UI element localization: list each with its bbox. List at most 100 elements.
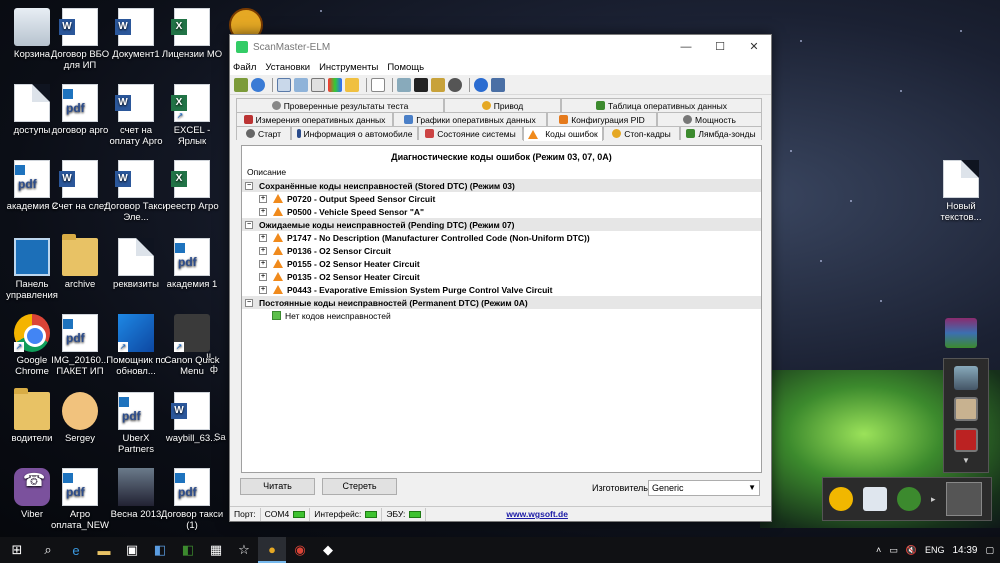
tab-live-data-measurements[interactable]: Измерения оперативных данных [236, 112, 393, 126]
menu-help[interactable]: Помощь [387, 62, 424, 73]
scanmaster-taskbar-icon[interactable]: ● [258, 537, 286, 563]
tab-live-data-table[interactable]: Таблица оперативных данных [561, 98, 762, 112]
connect-icon[interactable] [234, 77, 248, 92]
expand-toggle[interactable]: + [259, 272, 267, 281]
minimize-button[interactable]: — [669, 35, 703, 59]
info-icon[interactable] [474, 77, 488, 92]
tab-power[interactable]: Мощность [657, 112, 762, 126]
wifi-hotspot-icon[interactable] [829, 487, 853, 511]
dtc-group-pending[interactable]: − Ожидаемые коды неисправностей (Pending… [242, 218, 761, 231]
expand-toggle[interactable]: + [259, 246, 267, 255]
desktop-icon-dogovor-vbo[interactable]: W Договор ВБО для ИП [48, 8, 112, 71]
desktop-icon-licenses[interactable]: X Лицензии МО [160, 8, 224, 60]
network-icon[interactable]: ▭ [889, 545, 898, 556]
desktop-icon-archive[interactable]: archive [48, 234, 112, 290]
read-button[interactable]: Читать [240, 478, 315, 495]
red-app-icon[interactable] [954, 428, 978, 452]
calculator-icon[interactable]: ▦ [202, 537, 230, 563]
desktop-icon-update-assistant[interactable]: Помощник по обновл... [104, 314, 168, 377]
dtc-item[interactable]: + P0136 - O2 Sensor Circuit [242, 244, 761, 257]
search-icon[interactable]: ⌕ [34, 537, 62, 563]
dtc-group-permanent[interactable]: − Постоянные коды неисправностей (Perman… [242, 296, 761, 309]
desktop-icon-excel-shortcut[interactable]: X EXCEL - Ярлык [160, 84, 224, 147]
store-icon[interactable]: ▣ [118, 537, 146, 563]
door-exit-icon[interactable] [491, 77, 505, 92]
chevron-up-icon[interactable]: ˄ [876, 545, 881, 555]
network-device-icon[interactable] [863, 487, 887, 511]
globe-icon[interactable] [251, 77, 265, 92]
tab-system-status[interactable]: Состояние системы [418, 126, 523, 140]
terminal-icon[interactable] [414, 77, 428, 92]
desktop-icon-dogovor-taxi-1[interactable]: pdf Договор такси (1) [160, 468, 224, 531]
monitor-icon[interactable] [397, 77, 411, 92]
desktop-icon-dogovor-taxi-ele[interactable]: W Договор Такси Эле... [104, 160, 168, 223]
window-icon[interactable] [294, 77, 308, 92]
tab-test-results[interactable]: Проверенные результаты теста [236, 98, 444, 112]
globe-icon[interactable] [897, 487, 921, 511]
clock[interactable]: 14:39 [952, 545, 977, 556]
tab-vehicle-info[interactable]: Информация о автомобиле [291, 126, 418, 140]
desktop-icon-dogovor-argo[interactable]: pdf договор арго [48, 84, 112, 136]
tab-pid-config[interactable]: Конфигурация PID [547, 112, 657, 126]
desktop-icon-sergey[interactable]: Sergey [48, 392, 112, 444]
desktop-icon-rekvizity[interactable]: реквизиты [104, 238, 168, 290]
tab-dtc[interactable]: Коды ошибок [523, 126, 603, 141]
website-link[interactable]: www.wgsoft.de [506, 509, 568, 519]
dtc-item[interactable]: + P0500 - Vehicle Speed Sensor "A" [242, 205, 761, 218]
clipboard-icon[interactable] [371, 77, 385, 92]
excel-icon[interactable]: ◧ [174, 537, 202, 563]
dtc-item[interactable]: + P0135 - O2 Sensor Heater Circuit [242, 270, 761, 283]
tab-live-data-graphs[interactable]: Графики оперативных данных [393, 112, 547, 126]
keyboard-icon[interactable] [945, 482, 982, 516]
dtc-item[interactable]: + P1747 - No Description (Manufacturer C… [242, 231, 761, 244]
file-explorer-icon[interactable]: ▬ [90, 537, 118, 563]
dtc-group-stored[interactable]: − Сохранённые коды неисправностей (Store… [242, 179, 761, 192]
expand-toggle[interactable]: + [259, 259, 267, 268]
desktop-icon-akademia1[interactable]: pdf академия 1 [160, 238, 224, 290]
chevron-right-icon[interactable]: ▸ [931, 494, 936, 505]
tab-drive[interactable]: Привод [444, 98, 561, 112]
desktop-icon-uberx[interactable]: pdf UberX Partners [104, 392, 168, 455]
desktop-icon-schet-slet[interactable]: W Счет на слет [48, 160, 112, 212]
chrome-taskbar-icon[interactable]: ◉ [286, 537, 314, 563]
disk-icon[interactable] [448, 77, 462, 92]
column-header-description[interactable]: Описание [247, 167, 761, 177]
desktop-icon-reestr-agro[interactable]: X реестр Агро [160, 160, 224, 212]
close-button[interactable]: ✕ [737, 35, 771, 59]
tab-lambda-sensors[interactable]: Лямбда-зонды [680, 126, 762, 140]
app-taskbar-icon[interactable]: ◆ [314, 537, 342, 563]
grid-icon[interactable] [311, 77, 325, 92]
winrar-icon[interactable] [945, 318, 977, 348]
start-button[interactable]: ⊞ [0, 537, 34, 563]
photo-app-icon[interactable] [954, 366, 978, 390]
dtc-item[interactable]: + P0155 - O2 Sensor Heater Circuit [242, 257, 761, 270]
word-icon[interactable]: ◧ [146, 537, 174, 563]
expand-toggle[interactable]: + [259, 194, 267, 203]
title-bar[interactable]: ScanMaster-ELM — ☐ ✕ [230, 35, 771, 59]
star-icon[interactable]: ☆ [230, 537, 258, 563]
desktop-icon-agro-oplata[interactable]: pdf Агро оплата_NEW [48, 468, 112, 531]
manufacturer-select[interactable]: Generic ▼ [648, 480, 760, 496]
menu-file[interactable]: Файл [233, 62, 256, 73]
language-indicator[interactable]: ENG [925, 545, 945, 555]
tab-start[interactable]: Старт [236, 126, 291, 140]
settings-app-icon[interactable] [954, 397, 978, 421]
dollar-icon[interactable] [345, 77, 359, 92]
desktop-icon-new-text[interactable]: Новый текстов... [929, 160, 993, 223]
maximize-button[interactable]: ☐ [703, 35, 737, 59]
expand-toggle[interactable]: + [259, 285, 267, 294]
collapse-toggle[interactable]: − [245, 181, 253, 190]
expand-toggle[interactable]: + [259, 207, 267, 216]
notification-icon[interactable]: ▢ [985, 545, 994, 556]
dtc-none-item[interactable]: Нет кодов неисправностей [242, 309, 761, 322]
clear-button[interactable]: Стереть [322, 478, 397, 495]
collapse-toggle[interactable]: − [245, 220, 253, 229]
dtc-item[interactable]: + P0443 - Evaporative Emission System Pu… [242, 283, 761, 296]
mute-volume-icon[interactable]: 🔇 [906, 545, 917, 556]
desktop-icon-vesna-2013[interactable]: Весна 2013 [104, 468, 168, 520]
table-icon[interactable] [277, 77, 291, 92]
desktop-icon-schet-argo[interactable]: W счет на оплату Арго [104, 84, 168, 147]
desktop-icon-img-paket[interactable]: pdf IMG_20160... ПАКЕТ ИП [48, 314, 112, 377]
dtc-item[interactable]: + P0720 - Output Speed Sensor Circuit [242, 192, 761, 205]
edge-icon[interactable]: e [62, 537, 90, 563]
